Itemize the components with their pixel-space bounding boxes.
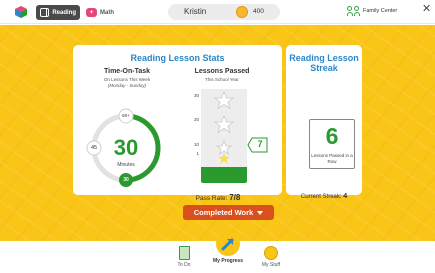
bottom-nav: To Do My Progress My Stuff xyxy=(0,232,435,273)
gauge-marker-left-label: 45 xyxy=(90,145,98,151)
pass-rate-value: 7/8 xyxy=(229,193,241,202)
nav-to-do-label: To Do xyxy=(177,262,191,268)
star-icon xyxy=(213,90,235,110)
pass-rate-label: Pass Rate: xyxy=(195,195,228,202)
checklist-icon xyxy=(178,246,190,260)
lessons-passed-title: Lessons Passed xyxy=(194,68,250,75)
lessons-passed-value: 7 xyxy=(257,139,263,149)
time-on-task-value: 30 xyxy=(113,135,139,160)
pass-rate: Pass Rate: 7/8 xyxy=(183,193,253,202)
math-subject-label: Math xyxy=(100,9,114,16)
nav-my-progress[interactable]: My Progress xyxy=(210,232,246,264)
nav-my-stuff-label: My Stuff xyxy=(261,262,281,268)
lessons-tick: 30 xyxy=(193,93,199,98)
reading-stats-card: Reading Lesson Stats Time-On-Task On Les… xyxy=(73,45,282,202)
nav-my-stuff[interactable]: My Stuff xyxy=(258,246,284,268)
streak-box: 6 Lessons Passed in a Row xyxy=(309,119,355,169)
math-icon: + xyxy=(86,8,97,17)
book-icon xyxy=(40,8,50,17)
close-icon[interactable]: ✕ xyxy=(422,4,431,15)
star-icon xyxy=(215,139,233,155)
math-subject-button[interactable]: + Math xyxy=(82,5,118,20)
user-pill[interactable]: Kristin 400 xyxy=(168,4,280,20)
streak-title: Reading Lesson Streak xyxy=(289,53,359,73)
nav-my-progress-label: My Progress xyxy=(212,258,243,264)
family-center-label: Family Center xyxy=(363,8,398,14)
lessons-stars xyxy=(213,90,235,164)
progress-panel: Reading Lesson Stats Time-On-Task On Les… xyxy=(0,25,435,241)
star-icon xyxy=(213,114,235,134)
lessons-tick: 20 xyxy=(193,117,199,122)
app-logo-icon[interactable] xyxy=(14,5,28,19)
nav-to-do[interactable]: To Do xyxy=(174,246,194,268)
streak-value: 6 xyxy=(325,123,339,149)
family-center-link[interactable]: Family Center xyxy=(347,6,397,16)
gauge-marker-bottom-label: 30 xyxy=(123,177,129,183)
lessons-passed-subtitle: This School Year xyxy=(205,77,239,82)
progress-arrow-icon xyxy=(216,232,240,256)
streak-card: Reading Lesson Streak 6 Lessons Passed i… xyxy=(286,45,362,200)
reading-subject-button[interactable]: Reading xyxy=(36,5,80,20)
caret-down-icon xyxy=(257,210,264,215)
completed-work-label: Completed Work xyxy=(193,208,254,217)
current-streak: Current Streak: 4 xyxy=(286,193,362,200)
top-bar: Reading + Math Kristin 400 Family Center… xyxy=(0,0,435,24)
gauge-marker-top-label: 60+ xyxy=(122,113,130,118)
smiley-icon xyxy=(264,246,278,260)
streak-label: Lessons Passed in a Row xyxy=(311,153,353,164)
user-name: Kristin xyxy=(184,7,207,16)
lessons-tick: 10 xyxy=(193,142,199,147)
time-on-task-unit: Minutes xyxy=(117,162,135,168)
star-icon xyxy=(218,153,230,164)
coin-count: 400 xyxy=(253,8,264,15)
current-streak-label: Current Streak: xyxy=(300,194,342,200)
lessons-tick: 1 xyxy=(196,151,199,156)
coin-icon xyxy=(236,6,248,18)
current-streak-value: 4 xyxy=(343,193,348,200)
completed-work-button[interactable]: Completed Work xyxy=(183,205,274,220)
family-icon xyxy=(347,6,360,16)
reading-subject-label: Reading xyxy=(52,9,76,16)
